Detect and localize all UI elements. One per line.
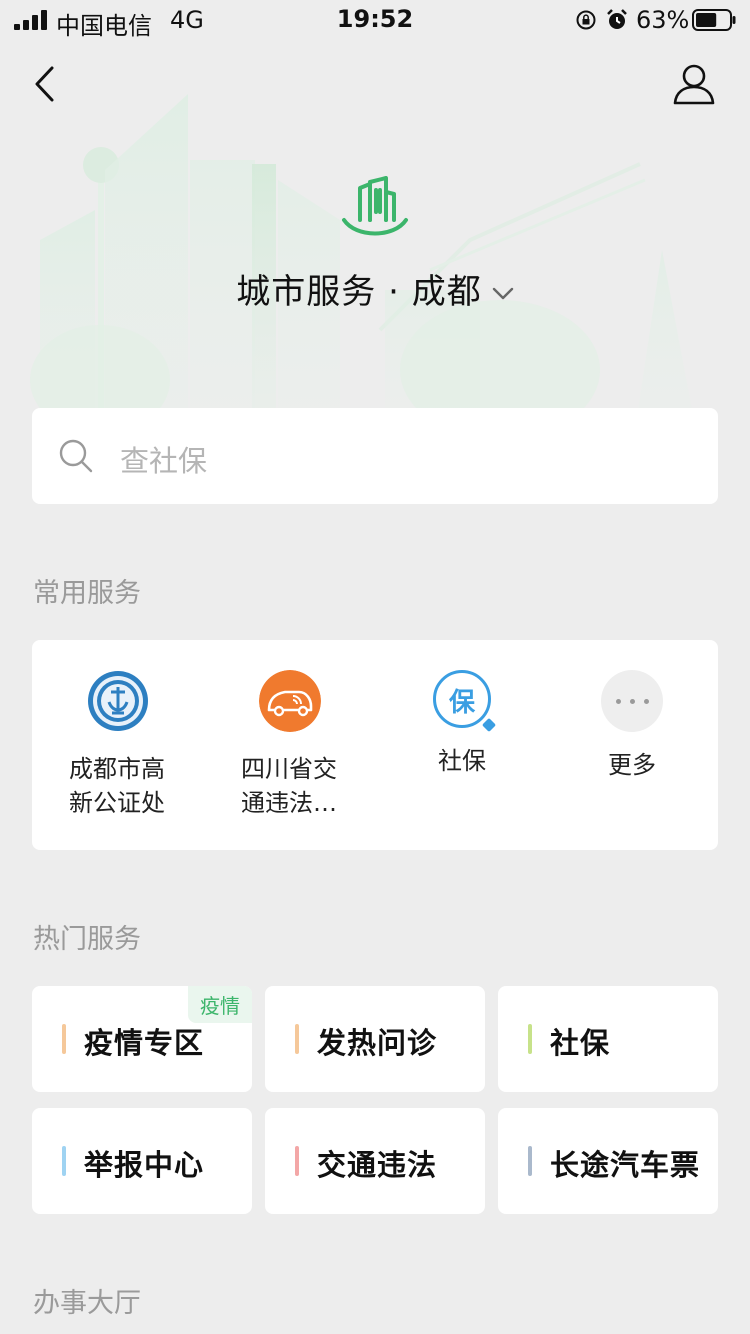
status-bar: 中国电信 4G 19:52 63% — [0, 0, 750, 40]
hot-service-bus-ticket[interactable]: 长途汽车票 — [498, 1108, 718, 1214]
hot-service-social-security[interactable]: 社保 — [498, 986, 718, 1092]
epidemic-tag: 疫情 — [188, 986, 252, 1023]
chevron-down-icon — [492, 287, 513, 299]
bao-icon: 保 — [433, 670, 497, 733]
hot-service-traffic-violation[interactable]: 交通违法 — [265, 1108, 485, 1214]
accent-bar — [295, 1024, 299, 1054]
service-label: 更多 — [608, 751, 656, 779]
service-more[interactable]: 更多 — [546, 670, 718, 782]
hot-service-label: 社保 — [550, 1026, 611, 1060]
hot-service-epidemic-zone[interactable]: 疫情专区 疫情 — [32, 986, 252, 1092]
city-selector[interactable]: 城市服务 · 成都 — [0, 264, 750, 313]
service-social-security[interactable]: 保 社保 — [376, 670, 548, 778]
service-label: 成都市高 新公证处 — [69, 755, 165, 817]
service-traffic-violation[interactable]: 四川省交 通违法… — [204, 670, 376, 820]
hot-service-label: 交通违法 — [317, 1148, 438, 1182]
search-bar[interactable]: 查社保 — [32, 408, 718, 504]
page-title: 城市服务 · 成都 — [236, 272, 482, 312]
service-notary[interactable]: 成都市高 新公证处 — [32, 670, 204, 820]
hot-service-label: 疫情专区 — [84, 1026, 205, 1060]
alarm-icon — [607, 9, 627, 29]
notary-icon — [88, 671, 148, 731]
service-label: 社保 — [438, 747, 486, 775]
accent-bar — [62, 1146, 66, 1176]
common-services-heading: 常用服务 — [33, 578, 141, 609]
battery-icon — [692, 9, 736, 31]
accent-bar — [528, 1024, 532, 1054]
hot-service-report-center[interactable]: 举报中心 — [32, 1108, 252, 1214]
search-icon — [59, 439, 93, 473]
accent-bar — [295, 1146, 299, 1176]
service-label: 四川省交 通违法… — [241, 755, 337, 817]
hot-service-label: 发热问诊 — [317, 1026, 438, 1060]
profile-button[interactable] — [670, 62, 718, 106]
city-skyline-background — [30, 94, 692, 410]
hot-service-fever-clinic[interactable]: 发热问诊 — [265, 986, 485, 1092]
accent-bar — [528, 1146, 532, 1176]
rotation-lock-icon — [576, 10, 596, 30]
more-dots-icon — [601, 670, 663, 732]
city-building-icon — [342, 176, 408, 236]
hot-service-label: 举报中心 — [84, 1148, 205, 1182]
user-icon — [673, 64, 715, 105]
search-placeholder: 查社保 — [120, 444, 208, 478]
hot-services-heading: 热门服务 — [33, 924, 141, 955]
chevron-left-icon — [35, 66, 54, 102]
car-signal-icon — [259, 670, 321, 732]
common-services-card: 成都市高 新公证处 四川省交 通违法… 保 社保 更多 — [32, 640, 718, 850]
service-hall-heading: 办事大厅 — [33, 1288, 141, 1319]
back-button[interactable] — [28, 62, 68, 106]
accent-bar — [62, 1024, 66, 1054]
hot-service-label: 长途汽车票 — [550, 1148, 701, 1182]
battery-percent: 63% — [636, 6, 690, 34]
city-services-page: 中国电信 4G 19:52 63% 城市服务 · 成都 查社保 常用服务 成都市… — [0, 0, 750, 1334]
